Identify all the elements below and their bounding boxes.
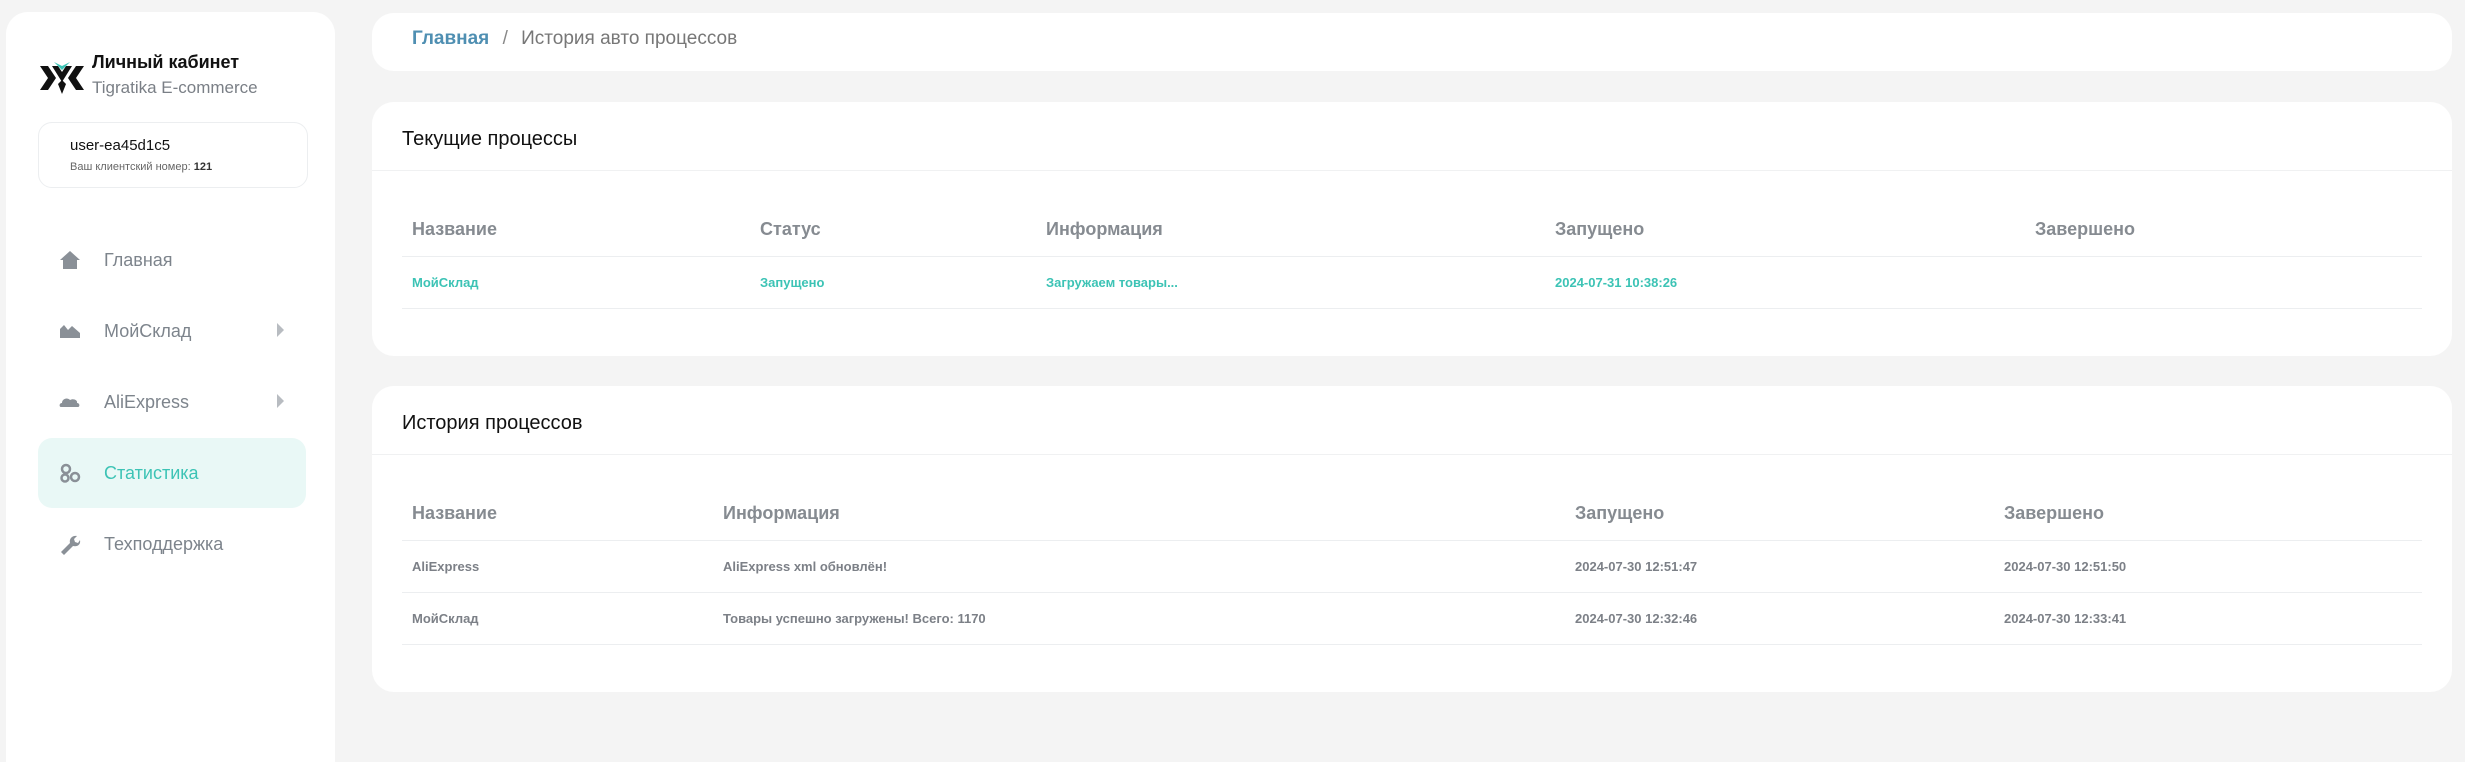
brand[interactable]: Личный кабинет Tigratika E-commerce [38,50,258,102]
sidebar-item-label: Статистика [104,462,199,483]
breadcrumb-current: История авто процессов [521,28,738,49]
table-header: Название Информация Запущено Завершено [402,489,2422,541]
current-processes-table: Название Статус Информация Запущено Заве… [402,205,2422,309]
table-cell: МойСклад [412,611,479,626]
sidebar-item-label: Главная [104,249,173,270]
sidebar-item-home[interactable]: Главная [38,225,306,295]
history-table: Название Информация Запущено Завершено A… [402,489,2422,645]
column-header: Запущено [1555,219,1645,239]
sidebar-item-moysklad[interactable]: МойСклад [38,296,306,366]
sidebar-item-support[interactable]: Техподдержка [38,509,306,579]
table-row[interactable]: МойСклад Запущено Загружаем товары... 20… [402,257,2422,309]
breadcrumb-home-link[interactable]: Главная [412,28,489,49]
table-cell: 2024-07-30 12:33:41 [2004,611,2127,626]
table-cell: Запущено [760,275,825,290]
table-cell: 2024-07-31 10:38:26 [1555,275,1678,290]
breadcrumb-separator: / [502,28,508,49]
table-header: Название Статус Информация Запущено Заве… [402,205,2422,257]
user-name: user-ea45d1c5 [70,137,171,154]
sidebar-item-aliexpress[interactable]: AliExpress [38,367,306,437]
client-number-label: Ваш клиентский номер: [70,161,191,173]
client-number-value: 121 [193,161,213,173]
wrench-icon [58,532,82,556]
sidebar-item-statistics[interactable]: Статистика [38,438,306,508]
brand-title: Личный кабинет [92,52,240,72]
home-icon [58,248,82,272]
column-header: Название [412,503,497,523]
sidebar-item-label: МойСклад [104,320,192,341]
chevron-right-icon [277,323,284,337]
column-header: Информация [1046,219,1163,239]
cloud-icon [58,390,82,414]
column-header: Информация [723,503,840,523]
column-header: Завершено [2035,219,2136,239]
mountain-icon [58,319,82,343]
chevron-right-icon [277,394,284,408]
divider [372,170,2452,171]
table-cell: 2024-07-30 12:51:50 [2004,559,2127,574]
table-row[interactable]: AliExpress AliExpress xml обновлён! 2024… [402,541,2422,593]
client-number: Ваш клиентский номер: 121 [70,161,307,173]
table-cell: AliExpress xml обновлён! [723,559,888,574]
sidebar-nav: Главная МойСклад AliExpress Статистика Т… [38,225,306,580]
section-title: Текущие процессы [402,128,578,150]
section-title: История процессов [402,412,583,434]
tigratika-logo-icon [40,62,84,94]
table-row[interactable]: МойСклад Товары успешно загружены! Всего… [402,593,2422,645]
table-cell: Товары успешно загружены! Всего: 1170 [723,611,986,626]
stats-icon [58,461,82,485]
table-cell: МойСклад [412,275,479,290]
history-card: История процессов Название Информация За… [372,386,2452,692]
breadcrumb: Главная / История авто процессов [372,13,2452,71]
sidebar: Личный кабинет Tigratika E-commerce user… [6,12,335,762]
user-card[interactable]: user-ea45d1c5 Ваш клиентский номер: 121 [38,122,308,188]
current-processes-card: Текущие процессы Название Статус Информа… [372,102,2452,356]
table-cell: 2024-07-30 12:32:46 [1575,611,1698,626]
table-cell: 2024-07-30 12:51:47 [1575,559,1698,574]
table-cell: Загружаем товары... [1046,275,1178,290]
sidebar-item-label: Техподдержка [104,533,224,554]
divider [372,454,2452,455]
column-header: Запущено [1575,503,1665,523]
column-header: Завершено [2004,503,2105,523]
table-cell: AliExpress [412,559,480,574]
column-header: Название [412,219,497,239]
column-header: Статус [760,219,821,239]
brand-subtitle: Tigratika E-commerce [92,78,258,97]
sidebar-item-label: AliExpress [104,391,190,412]
